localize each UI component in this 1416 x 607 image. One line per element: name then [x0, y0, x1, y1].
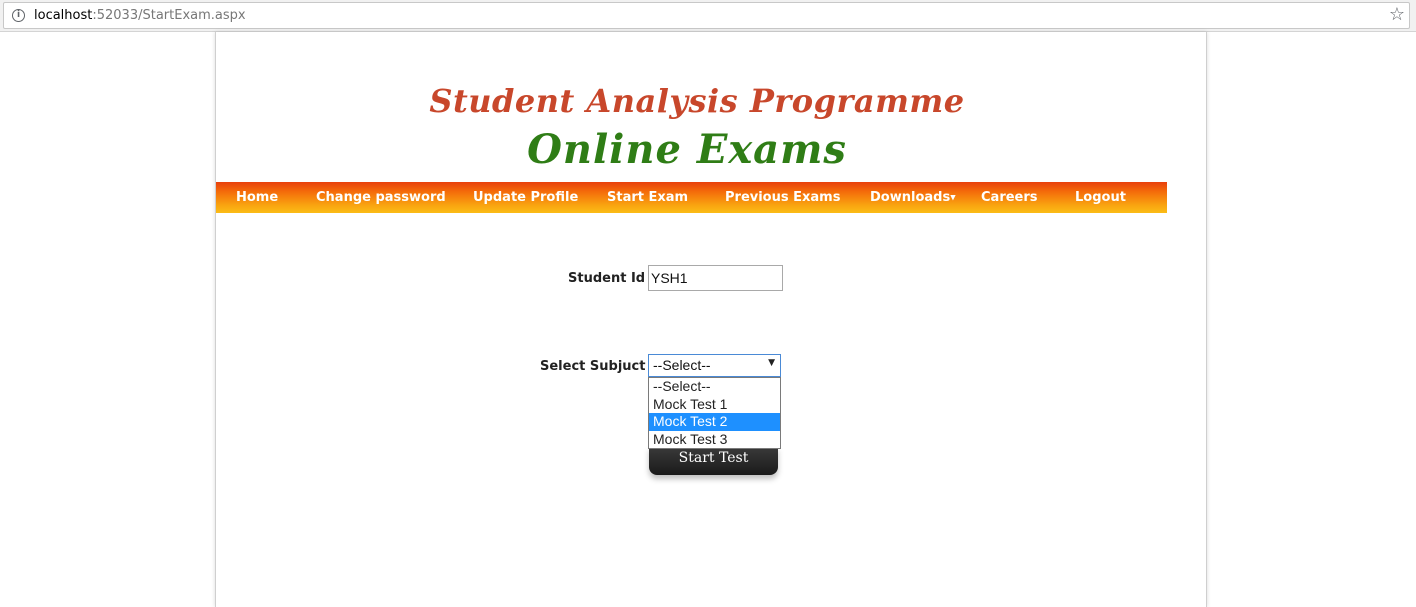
subject-option-highlighted[interactable]: Mock Test 2 — [649, 413, 780, 431]
nav-item-downloads-label: Downloads — [870, 190, 951, 205]
site-title: Student Analysis Programme — [429, 82, 965, 120]
nav-item-previous-exams[interactable]: Previous Exams — [725, 190, 840, 205]
select-arrow-icon: ▼ — [768, 358, 775, 368]
nav-item-home[interactable]: Home — [236, 190, 278, 205]
address-bar[interactable]: i localhost:52033/StartExam.aspx ☆ — [3, 2, 1410, 29]
subject-select[interactable]: --Select-- ▼ — [648, 354, 781, 377]
nav-item-start-exam[interactable]: Start Exam — [607, 190, 688, 205]
subject-dropdown-list: --Select-- Mock Test 1 Mock Test 2 Mock … — [648, 377, 781, 449]
subject-option[interactable]: Mock Test 1 — [649, 396, 780, 414]
start-test-button[interactable]: Start Test — [649, 447, 778, 475]
site-subtitle: Online Exams — [527, 126, 847, 173]
bookmark-star-icon[interactable]: ☆ — [1389, 4, 1405, 25]
subject-option[interactable]: Mock Test 3 — [649, 431, 780, 449]
url-text[interactable]: localhost:52033/StartExam.aspx — [34, 8, 246, 23]
nav-item-careers[interactable]: Careers — [981, 190, 1038, 205]
nav-item-change-password[interactable]: Change password — [316, 190, 446, 205]
url-path: :52033/StartExam.aspx — [92, 8, 246, 23]
nav-item-logout[interactable]: Logout — [1075, 190, 1126, 205]
nav-item-update-profile[interactable]: Update Profile — [473, 190, 578, 205]
subject-option[interactable]: --Select-- — [649, 378, 780, 396]
subject-label: Select Subjuct : — [540, 359, 656, 374]
main-nav: Home Change password Update Profile Star… — [216, 182, 1167, 213]
dropdown-caret-icon: ▼ — [950, 193, 956, 202]
url-host: localhost — [34, 8, 93, 23]
student-id-input[interactable] — [648, 265, 783, 291]
browser-toolbar: i localhost:52033/StartExam.aspx ☆ — [0, 0, 1416, 32]
page-container: Student Analysis Programme Online Exams … — [215, 32, 1207, 607]
nav-item-downloads[interactable]: Downloads▼ — [870, 190, 956, 205]
student-id-label: Student Id : — [568, 271, 655, 286]
subject-select-value: --Select-- — [653, 357, 711, 373]
info-icon[interactable]: i — [12, 9, 25, 22]
